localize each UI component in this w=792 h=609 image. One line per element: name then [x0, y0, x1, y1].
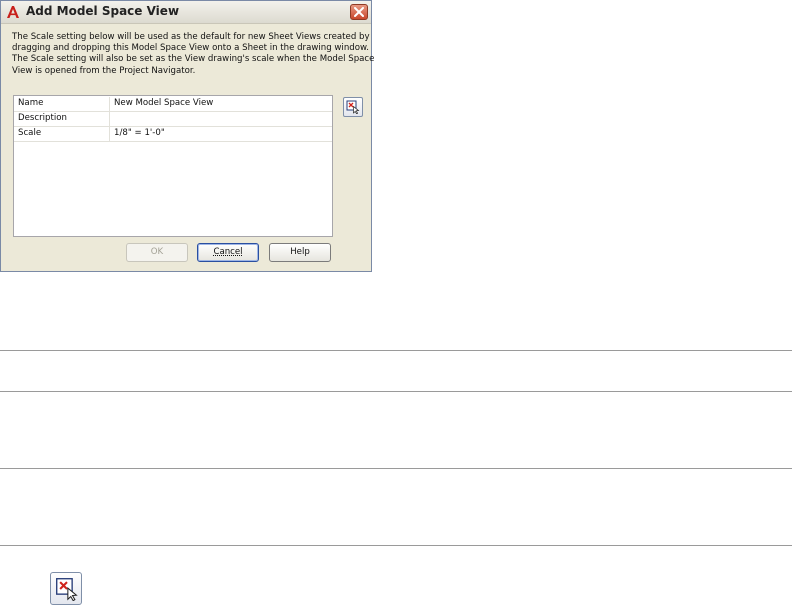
description-line: The Scale setting below will be used as … [12, 32, 370, 42]
ok-button[interactable]: OK [126, 243, 188, 262]
define-view-window-button-large [50, 572, 82, 605]
cancel-button[interactable]: Cancel [197, 243, 259, 262]
close-icon [354, 7, 364, 17]
property-label: Scale [18, 128, 42, 138]
dialog-description: The Scale setting below will be used as … [12, 32, 375, 77]
horizontal-rule [0, 468, 792, 469]
scale-value-field[interactable]: 1/8" = 1'-0" [114, 128, 165, 138]
name-value-field[interactable]: New Model Space View [114, 98, 213, 108]
property-label: Description [18, 113, 67, 123]
cancel-button-label: Cancel [213, 247, 243, 257]
dialog-title: Add Model Space View [26, 4, 180, 18]
property-label: Name [18, 98, 44, 108]
define-view-window-button[interactable] [343, 97, 363, 117]
property-row-scale[interactable]: Scale 1/8" = 1'-0" [14, 127, 332, 142]
horizontal-rule [0, 350, 792, 351]
autocad-a-icon [7, 6, 19, 18]
description-line: View is opened from the Project Navigato… [12, 65, 196, 76]
property-grid: Name New Model Space View Description Sc… [13, 95, 333, 237]
define-view-window-icon [56, 578, 78, 601]
description-line: The Scale setting will also be set as th… [12, 54, 375, 65]
title-bar[interactable]: Add Model Space View [1, 1, 371, 24]
add-model-space-view-dialog: Add Model Space View The Scale setting b… [0, 0, 375, 272]
horizontal-rule [0, 545, 792, 546]
description-line: dragging and dropping this Model Space V… [12, 43, 369, 54]
define-view-window-icon [346, 100, 360, 114]
close-button[interactable] [350, 4, 368, 20]
horizontal-rule [0, 391, 792, 392]
help-button[interactable]: Help [269, 243, 331, 262]
property-row-name[interactable]: Name New Model Space View [14, 97, 332, 112]
property-row-description[interactable]: Description [14, 112, 332, 127]
